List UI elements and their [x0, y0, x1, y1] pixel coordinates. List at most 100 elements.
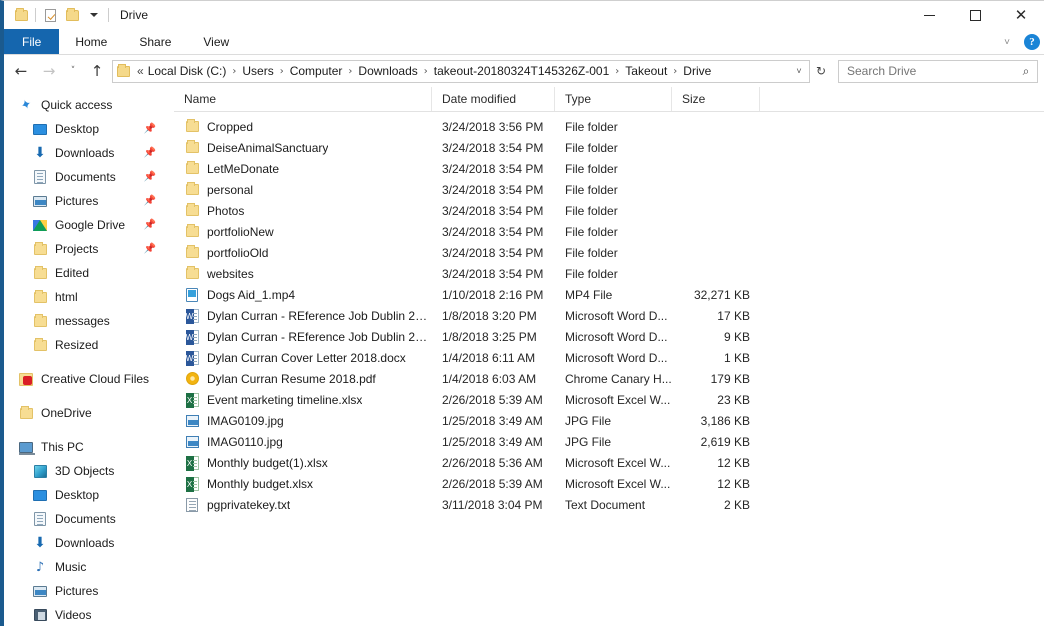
- close-button[interactable]: ✕: [998, 1, 1044, 29]
- pin-icon[interactable]: 📌: [144, 220, 156, 231]
- sidebar-item-onedrive[interactable]: OneDrive: [4, 401, 174, 425]
- tab-share[interactable]: Share: [123, 29, 187, 54]
- file-row[interactable]: Monthly budget.xlsx 2/26/2018 5:39 AM Micr…: [174, 473, 1044, 494]
- sidebar-item-pc-pictures[interactable]: Pictures: [4, 579, 174, 603]
- sidebar-item-messages[interactable]: messages: [4, 309, 174, 333]
- minimize-button[interactable]: [906, 1, 952, 29]
- file-row[interactable]: websites 3/24/2018 3:54 PM File folder: [174, 263, 1044, 284]
- file-row[interactable]: LetMeDonate 3/24/2018 3:54 PM File folder: [174, 158, 1044, 179]
- file-row[interactable]: IMAG0110.jpg 1/25/2018 3:49 AM JPG File 2,6…: [174, 431, 1044, 452]
- breadcrumb-item-local-disk[interactable]: Local Disk (C:): [145, 63, 230, 79]
- file-name-label: portfolioNew: [207, 224, 274, 239]
- tab-home[interactable]: Home: [59, 29, 123, 54]
- file-name-cell: Dylan Curran Resume 2018.pdf: [174, 371, 432, 387]
- chevron-down-icon[interactable]: [83, 4, 105, 26]
- file-row[interactable]: IMAG0109.jpg 1/25/2018 3:49 AM JPG File 3,1…: [174, 410, 1044, 431]
- file-row[interactable]: pgprivatekey.txt 3/11/2018 3:04 PM Text Do…: [174, 494, 1044, 515]
- recent-locations-button[interactable]: ˅: [64, 58, 82, 84]
- sidebar-item-pictures[interactable]: Pictures 📌: [4, 189, 174, 213]
- sidebar-item-this-pc[interactable]: This PC: [4, 435, 174, 459]
- tab-view[interactable]: View: [187, 29, 245, 54]
- file-row[interactable]: portfolioNew 3/24/2018 3:54 PM File folder: [174, 221, 1044, 242]
- file-type-cell: Microsoft Excel W...: [565, 455, 671, 470]
- breadcrumb: « Local Disk (C:) › Users › Computer › D…: [134, 63, 791, 79]
- file-row[interactable]: Dogs Aid_1.mp4 1/10/2018 2:16 PM MP4 File 3…: [174, 284, 1044, 305]
- pin-icon[interactable]: 📌: [144, 196, 156, 207]
- file-row[interactable]: Dylan Curran - REference Job Dublin 201.…: [174, 326, 1044, 347]
- new-folder-icon[interactable]: [61, 4, 83, 26]
- breadcrumb-item-takeout[interactable]: Takeout: [622, 63, 670, 79]
- column-header-date-modified[interactable]: Date modified: [432, 87, 555, 111]
- breadcrumb-item-computer[interactable]: Computer: [287, 63, 346, 79]
- sidebar-item-creative-cloud-files[interactable]: Creative Cloud Files: [4, 367, 174, 391]
- breadcrumb-item-drive[interactable]: Drive: [680, 63, 714, 79]
- column-header-type[interactable]: Type: [555, 87, 672, 111]
- chevron-right-icon: ›: [615, 65, 620, 77]
- back-button[interactable]: ←: [8, 58, 34, 84]
- file-row[interactable]: personal 3/24/2018 3:54 PM File folder: [174, 179, 1044, 200]
- file-row[interactable]: portfolioOld 3/24/2018 3:54 PM File folder: [174, 242, 1044, 263]
- file-row[interactable]: Photos 3/24/2018 3:54 PM File folder: [174, 200, 1044, 221]
- file-row[interactable]: Cropped 3/24/2018 3:56 PM File folder: [174, 116, 1044, 137]
- file-name-cell: websites: [174, 266, 432, 282]
- search-input[interactable]: [845, 63, 1019, 79]
- sidebar-item-pc-desktop[interactable]: Desktop: [4, 483, 174, 507]
- file-name-label: Event marketing timeline.xlsx: [207, 392, 363, 407]
- sidebar-item-videos[interactable]: Videos: [4, 603, 174, 626]
- file-row[interactable]: Dylan Curran - REference Job Dublin 201.…: [174, 305, 1044, 326]
- file-name-label: Dylan Curran - REference Job Dublin 201.…: [207, 329, 432, 344]
- sidebar-item-3d-objects[interactable]: 3D Objects: [4, 459, 174, 483]
- maximize-button[interactable]: [952, 1, 998, 29]
- file-row[interactable]: Monthly budget(1).xlsx 2/26/2018 5:36 AM M…: [174, 452, 1044, 473]
- breadcrumb-item-downloads[interactable]: Downloads: [355, 63, 420, 79]
- sidebar-item-pc-downloads[interactable]: ⬇ Downloads: [4, 531, 174, 555]
- 3d-objects-icon: [32, 463, 48, 479]
- pin-icon[interactable]: 📌: [144, 172, 156, 183]
- sidebar-group-quick-access[interactable]: ✦ Quick access: [4, 93, 174, 117]
- file-name-label: Dylan Curran Resume 2018.pdf: [207, 371, 376, 386]
- pin-icon[interactable]: 📌: [144, 148, 156, 159]
- file-size-cell: 12 KB: [717, 476, 750, 491]
- file-name-label: portfolioOld: [207, 245, 269, 260]
- file-date-cell: 1/8/2018 3:25 PM: [442, 329, 537, 344]
- file-row[interactable]: Dylan Curran Resume 2018.pdf 1/4/2018 6:0…: [174, 368, 1044, 389]
- file-name-label: Photos: [207, 203, 245, 218]
- file-row[interactable]: Dylan Curran Cover Letter 2018.docx 1/4/2…: [174, 347, 1044, 368]
- search-box[interactable]: ⌕: [838, 59, 1038, 83]
- breadcrumb-item-takeout-archive[interactable]: takeout-20180324T145326Z-001: [431, 63, 612, 79]
- sidebar-item-resized[interactable]: Resized: [4, 333, 174, 357]
- sidebar-item-label: Downloads: [55, 536, 115, 550]
- forward-button[interactable]: →: [36, 58, 62, 84]
- pin-icon[interactable]: 📌: [144, 124, 156, 135]
- sidebar-item-pc-documents[interactable]: Documents: [4, 507, 174, 531]
- sidebar-item-google-drive[interactable]: Google Drive 📌: [4, 213, 174, 237]
- chevron-down-icon[interactable]: ˅: [996, 31, 1018, 53]
- tab-file[interactable]: File: [4, 29, 60, 54]
- file-type-cell: Microsoft Excel W...: [565, 392, 671, 407]
- sidebar-item-downloads[interactable]: ⬇ Downloads 📌: [4, 141, 174, 165]
- file-date-cell: 3/24/2018 3:54 PM: [442, 161, 544, 176]
- file-type-cell: File folder: [565, 182, 618, 197]
- search-icon[interactable]: ⌕: [1019, 64, 1033, 78]
- chevron-down-icon[interactable]: ˅: [791, 66, 807, 76]
- breadcrumb-overflow[interactable]: «: [134, 63, 145, 79]
- column-header-name[interactable]: Name ⌃: [174, 87, 432, 111]
- sidebar-item-documents[interactable]: Documents 📌: [4, 165, 174, 189]
- sidebar-item-edited[interactable]: Edited: [4, 261, 174, 285]
- file-name-cell: IMAG0109.jpg: [174, 413, 432, 429]
- sidebar-item-html[interactable]: html: [4, 285, 174, 309]
- breadcrumb-item-users[interactable]: Users: [239, 63, 276, 79]
- sidebar-item-desktop[interactable]: Desktop 📌: [4, 117, 174, 141]
- sidebar-item-projects[interactable]: Projects 📌: [4, 237, 174, 261]
- breadcrumb-bar[interactable]: « Local Disk (C:) › Users › Computer › D…: [112, 59, 810, 83]
- file-row[interactable]: Event marketing timeline.xlsx 2/26/2018 5…: [174, 389, 1044, 410]
- refresh-button[interactable]: ↻: [812, 64, 830, 78]
- properties-icon[interactable]: [39, 4, 61, 26]
- up-button[interactable]: ↑: [84, 58, 110, 84]
- pin-icon[interactable]: 📌: [144, 244, 156, 255]
- column-header-size[interactable]: Size: [672, 87, 760, 111]
- file-row[interactable]: DeiseAnimalSanctuary 3/24/2018 3:54 PM Fil…: [174, 137, 1044, 158]
- sidebar-item-music[interactable]: ♪ Music: [4, 555, 174, 579]
- file-name-cell: Event marketing timeline.xlsx: [174, 392, 432, 408]
- help-icon[interactable]: ?: [1024, 34, 1040, 50]
